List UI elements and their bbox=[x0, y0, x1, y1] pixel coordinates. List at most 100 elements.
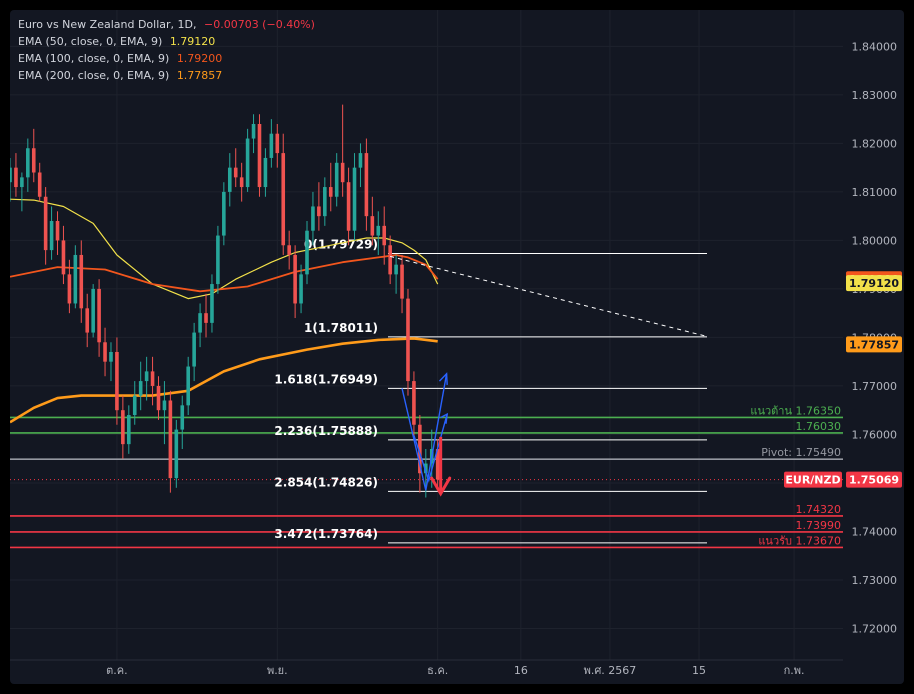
price-badge-label: 1.77857 bbox=[849, 338, 899, 351]
price-change: −0.00703 (−0.40%) bbox=[203, 18, 315, 31]
candle-body bbox=[406, 298, 410, 382]
candle bbox=[49, 206, 54, 260]
y-tick-label: 1.77000 bbox=[852, 380, 898, 393]
candle bbox=[293, 245, 297, 319]
levels-layer: แนวต้าน 1.76350 1.76030 Pivot: 1.75490 1.74… bbox=[10, 404, 843, 549]
fib-level-label: 2.854(1.74826) bbox=[274, 475, 378, 489]
level-label: 1.76030 bbox=[796, 420, 842, 433]
candle bbox=[388, 235, 392, 285]
candle-body bbox=[257, 123, 262, 188]
candle bbox=[79, 240, 84, 323]
x-tick-label: ธ.ค. bbox=[427, 664, 448, 677]
candle-body bbox=[10, 167, 12, 183]
ema200-value: 1.77857 bbox=[176, 69, 223, 82]
price-chart[interactable]: แนวต้าน 1.76350 1.76030 Pivot: 1.75490 1.74… bbox=[10, 10, 904, 684]
candle bbox=[55, 211, 60, 255]
candle bbox=[263, 148, 268, 197]
candle bbox=[109, 342, 113, 382]
y-tick-label: 1.82000 bbox=[852, 137, 898, 150]
candle bbox=[346, 167, 351, 246]
candle-body bbox=[109, 351, 113, 362]
candle bbox=[245, 128, 250, 192]
candle bbox=[43, 187, 48, 265]
candle-body bbox=[317, 206, 321, 217]
chart-panel[interactable]: แนวต้าน 1.76350 1.76030 Pivot: 1.75490 1.74… bbox=[10, 10, 904, 684]
candle-body bbox=[31, 148, 36, 173]
x-tick-label: พ.ย. bbox=[267, 664, 288, 677]
candle-body bbox=[37, 172, 42, 197]
candle-body bbox=[227, 167, 232, 192]
candle-body bbox=[269, 133, 274, 158]
candle bbox=[192, 322, 196, 382]
fibonacci-layer: 0(1.79729) 1(1.78011) 1.618(1.76949) 2.236(… bbox=[274, 238, 707, 544]
level-label: แนวรับ 1.73670 bbox=[758, 534, 841, 547]
y-tick-label: 1.83000 bbox=[852, 89, 898, 102]
candle-body bbox=[328, 187, 333, 197]
candle-body bbox=[299, 274, 303, 304]
legend-ema50-row[interactable]: EMA (50, close, 0, EMA, 9) 1.79120 bbox=[18, 33, 315, 50]
candle-body bbox=[376, 225, 381, 236]
candle bbox=[168, 390, 173, 493]
candle-body bbox=[245, 138, 250, 188]
candle-body bbox=[311, 206, 315, 231]
candle bbox=[127, 405, 131, 454]
candle-body bbox=[263, 157, 268, 188]
grid-layer bbox=[10, 10, 843, 660]
candle-body bbox=[73, 254, 78, 304]
candle-body bbox=[14, 167, 18, 188]
candle bbox=[257, 114, 262, 197]
legend-symbol-row: Euro vs New Zealand Dollar, 1D, −0.00703… bbox=[18, 16, 315, 33]
candle bbox=[216, 225, 220, 294]
candle bbox=[275, 123, 280, 168]
symbol-title: Euro vs New Zealand Dollar, 1D, bbox=[18, 18, 197, 31]
candle-body bbox=[216, 235, 220, 285]
candle-body bbox=[132, 395, 137, 416]
candle bbox=[239, 162, 244, 202]
candle bbox=[61, 225, 66, 285]
candle bbox=[115, 337, 119, 425]
ema100-label: EMA (100, close, 0, EMA, 9) bbox=[18, 52, 170, 65]
candle bbox=[156, 376, 161, 420]
fib-level-label: 2.236(1.75888) bbox=[274, 424, 378, 438]
level-label: Pivot: 1.75490 bbox=[761, 446, 841, 459]
candle-body bbox=[97, 288, 101, 343]
candle-body bbox=[61, 240, 66, 275]
candle bbox=[328, 162, 333, 212]
candle bbox=[198, 303, 202, 348]
candle bbox=[31, 128, 36, 183]
candle bbox=[103, 327, 107, 377]
candle bbox=[14, 153, 18, 197]
candle-body bbox=[204, 313, 208, 323]
candle bbox=[174, 419, 179, 488]
candle bbox=[37, 162, 42, 202]
candle bbox=[26, 138, 30, 192]
candle bbox=[227, 153, 232, 207]
price-badge-label: 1.75069 bbox=[849, 474, 899, 487]
candle-body bbox=[364, 153, 369, 217]
legend-ema200-row[interactable]: EMA (200, close, 0, EMA, 9) 1.77857 bbox=[18, 67, 315, 84]
candle-body bbox=[91, 288, 95, 333]
candle bbox=[204, 293, 208, 338]
candle bbox=[186, 356, 190, 416]
ema50-value: 1.79120 bbox=[169, 35, 216, 48]
screenshot-frame: แนวต้าน 1.76350 1.76030 Pivot: 1.75490 1.74… bbox=[0, 0, 914, 694]
candle-body bbox=[222, 191, 226, 236]
y-tick-label: 1.74000 bbox=[852, 525, 898, 538]
symbol-badge-label: EUR/NZD bbox=[785, 474, 840, 487]
candle-body bbox=[275, 133, 280, 154]
candle-body bbox=[180, 405, 185, 430]
candle-body bbox=[382, 225, 387, 246]
y-tick-label: 1.73000 bbox=[852, 574, 898, 587]
candle bbox=[358, 143, 363, 188]
candle-body bbox=[20, 177, 24, 188]
x-tick-label: 16 bbox=[514, 664, 528, 677]
candle-body bbox=[115, 351, 119, 411]
candle-body bbox=[323, 187, 327, 217]
candle-body bbox=[43, 196, 48, 251]
candle-body bbox=[26, 148, 30, 178]
candle bbox=[400, 254, 404, 314]
candle-body bbox=[144, 371, 149, 382]
candle bbox=[269, 119, 274, 168]
legend-ema100-row[interactable]: EMA (100, close, 0, EMA, 9) 1.79200 bbox=[18, 50, 315, 67]
candle-body bbox=[210, 284, 214, 323]
